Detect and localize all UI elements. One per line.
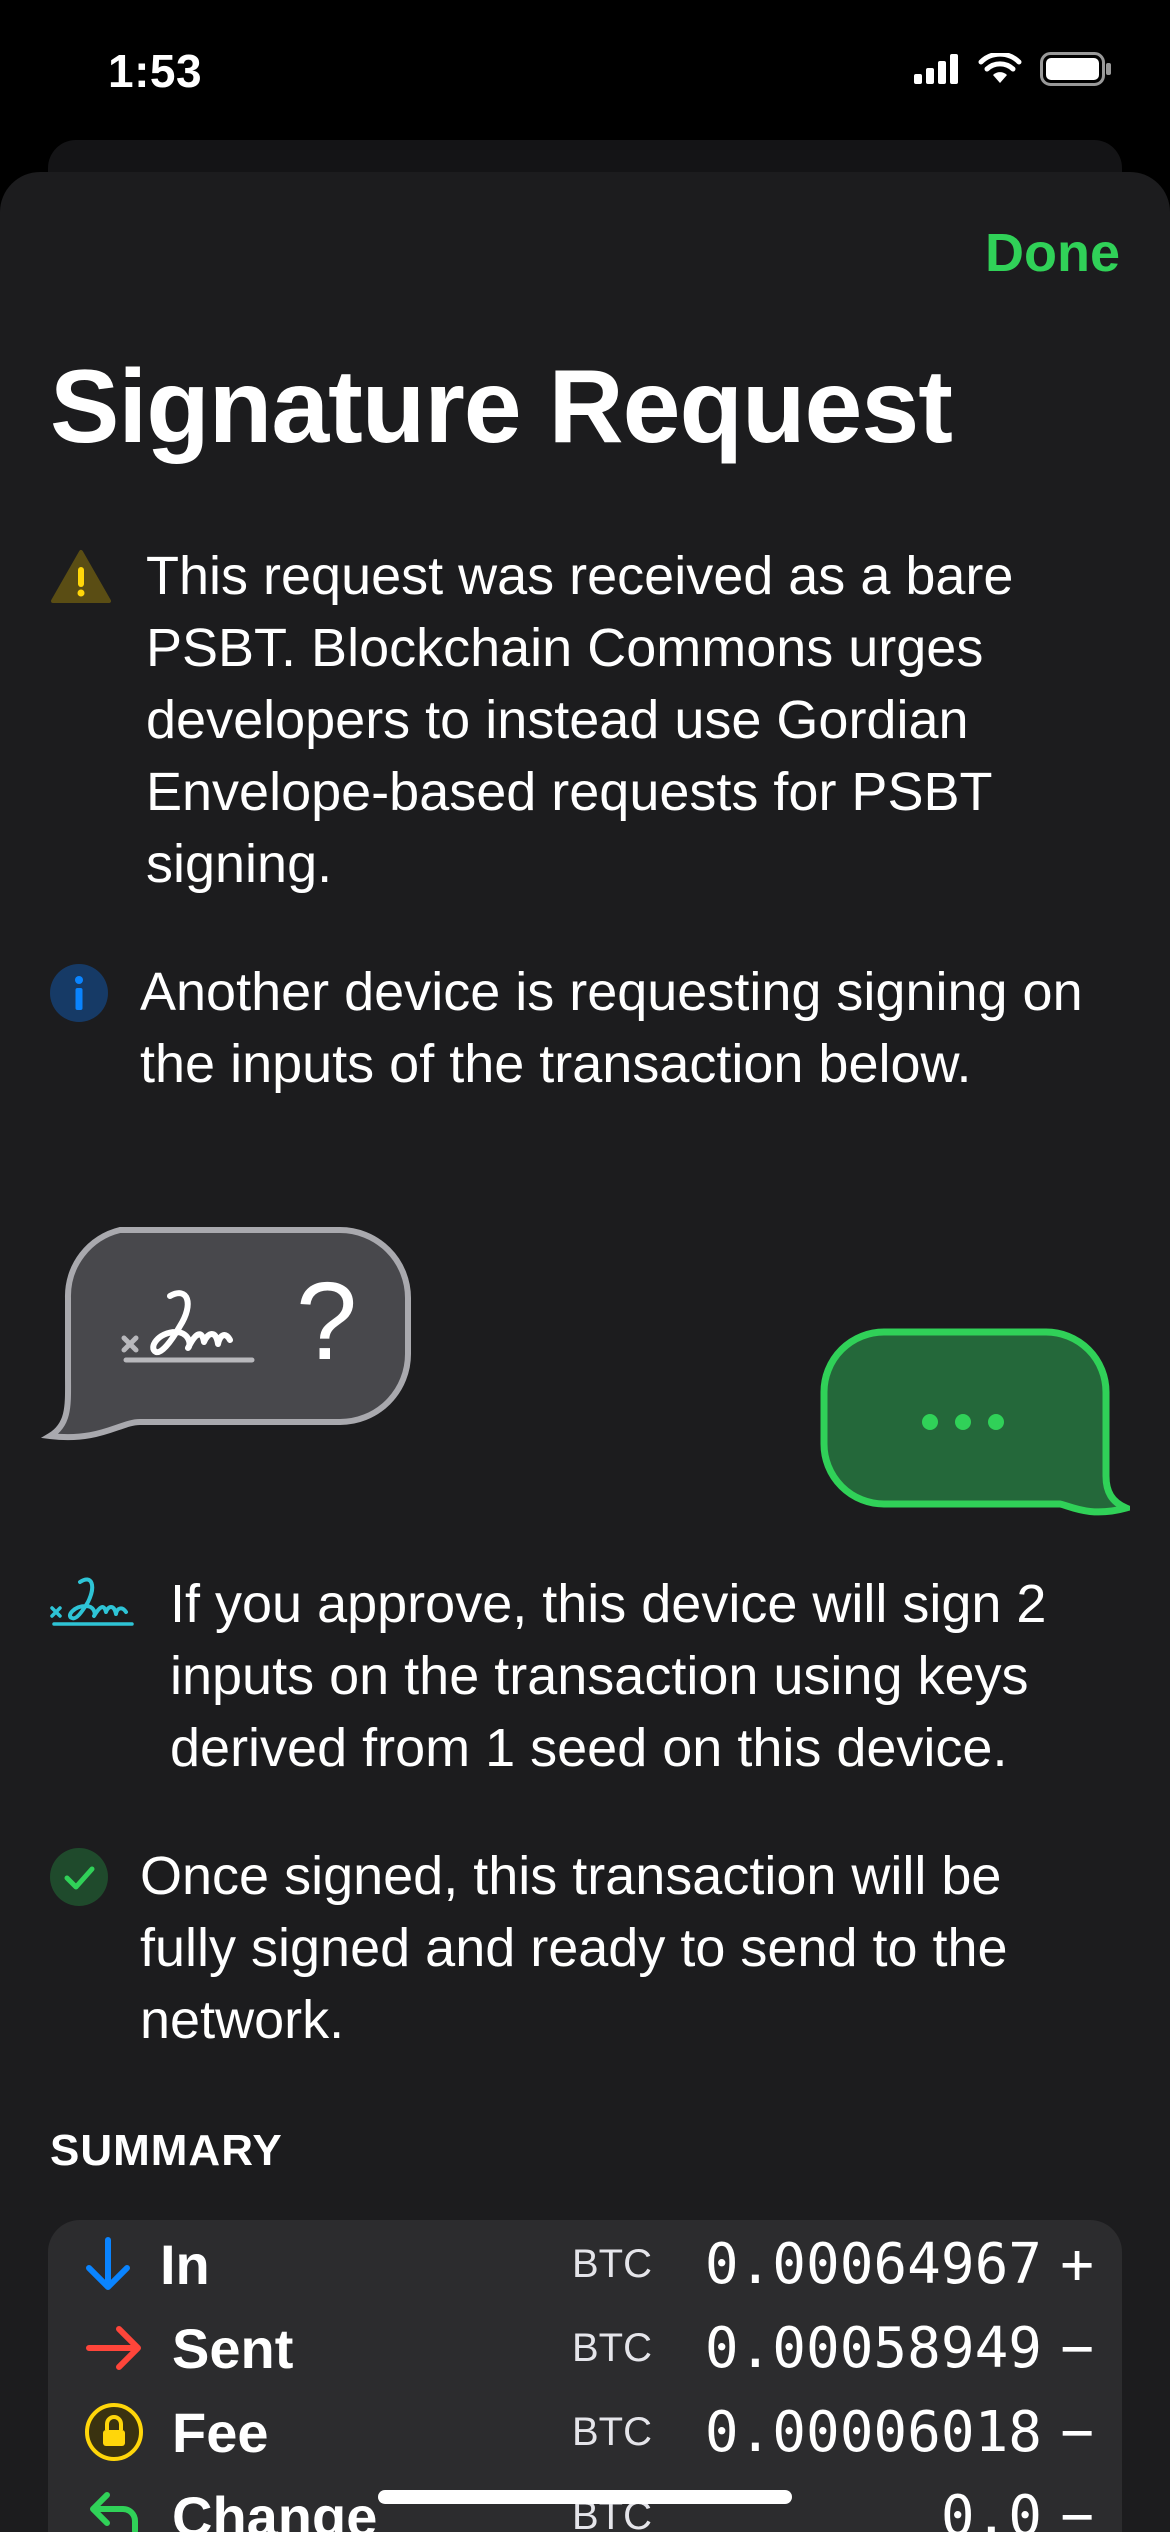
row-label: Fee [172, 2400, 269, 2464]
signing-details-note: If you approve, this device will sign 2 … [50, 1568, 1130, 1784]
signing-details-text: If you approve, this device will sign 2 … [170, 1574, 1047, 1778]
signature-icon [50, 1574, 136, 1636]
row-amount: 0.00058949 [704, 2315, 1042, 2381]
status-icons [914, 52, 1112, 86]
row-sign: − [1060, 2483, 1094, 2532]
question-mark-glyph: ? [296, 1260, 358, 1383]
warning-note-text: This request was received as a bare PSBT… [146, 546, 1014, 894]
cellular-signal-icon [914, 54, 958, 84]
info-icon [50, 964, 108, 1022]
warning-icon [50, 546, 112, 608]
arrow-right-icon [82, 2316, 146, 2380]
row-amount: 0.0 [940, 2483, 1042, 2532]
ready-note: Once signed, this transaction will be fu… [50, 1840, 1130, 2056]
summary-section-header: SUMMARY [50, 2126, 283, 2175]
row-amount: 0.00006018 [704, 2399, 1042, 2465]
row-sign: − [1060, 2399, 1094, 2465]
done-button[interactable]: Done [985, 222, 1120, 284]
row-label: Change [172, 2484, 378, 2532]
row-amount: 0.00064967 [704, 2231, 1042, 2297]
summary-row-fee: Fee BTC 0.00006018 − [48, 2390, 1122, 2474]
checkmark-icon [50, 1848, 108, 1906]
info-note: Another device is requesting signing on … [50, 956, 1130, 1100]
warning-note: This request was received as a bare PSBT… [50, 540, 1130, 900]
signature-mark-icon [118, 1282, 258, 1378]
row-unit: BTC [572, 2409, 652, 2454]
row-unit: BTC [572, 2241, 652, 2286]
info-note-text: Another device is requesting signing on … [140, 962, 1083, 1094]
arrow-down-icon [76, 2232, 140, 2296]
return-arrow-icon [82, 2484, 146, 2532]
page-title: Signature Request [50, 349, 953, 465]
row-sign: + [1060, 2231, 1094, 2297]
home-indicator[interactable] [378, 2490, 792, 2504]
row-label: Sent [172, 2316, 294, 2380]
response-typing-bubble [820, 1326, 1137, 1522]
screen: 1:53 Done Signature Request This request… [0, 0, 1170, 2532]
ready-note-text: Once signed, this transaction will be fu… [140, 1846, 1008, 2050]
row-label: In [160, 2232, 210, 2296]
battery-icon [1040, 52, 1111, 86]
status-time: 1:53 [108, 45, 203, 97]
summary-card: In BTC 0.00064967 + Sent BTC 0.00058949 … [48, 2220, 1122, 2532]
summary-row-in: In BTC 0.00064967 + [48, 2222, 1122, 2306]
wifi-icon [978, 53, 1022, 83]
row-unit: BTC [572, 2325, 652, 2370]
lock-icon [82, 2400, 146, 2464]
row-sign: − [1060, 2315, 1094, 2381]
summary-row-sent: Sent BTC 0.00058949 − [48, 2306, 1122, 2390]
